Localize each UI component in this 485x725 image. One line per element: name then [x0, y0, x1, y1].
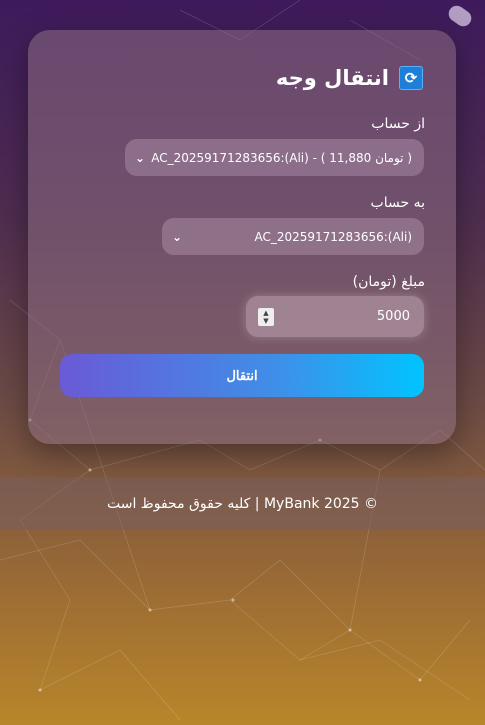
to-account-select[interactable]: ⌄ AC_20259171283656:(Ali): [162, 218, 424, 255]
to-account-value: AC_20259171283656:(Ali): [254, 229, 412, 244]
chevron-down-icon: ⌄: [172, 229, 183, 244]
from-account-label: از حساب: [371, 116, 425, 132]
page-title: انتقال وجه: [275, 66, 389, 90]
transfer-button[interactable]: انتقال: [60, 354, 424, 397]
from-account-value: AC_20259171283656:(Ali) - ( 11,880 تومان…: [151, 150, 412, 165]
from-account-select[interactable]: ⌄ AC_20259171283656:(Ali) - ( 11,880 توم…: [125, 139, 424, 176]
header: ⟳ انتقال وجه: [276, 66, 423, 90]
amount-label: مبلغ (تومان): [352, 274, 425, 290]
refresh-arrows-icon: ⟳: [399, 66, 423, 90]
to-account-label: به حساب: [370, 195, 425, 211]
amount-input[interactable]: ▲ ▼ 5000: [246, 296, 424, 337]
decorative-pill: [445, 2, 475, 30]
chevron-down-icon: ⌄: [135, 150, 146, 165]
footer-text: © MyBank 2025 | کلیه حقوق محفوظ است: [106, 495, 379, 512]
number-spinner-icon[interactable]: ▲ ▼: [258, 307, 274, 326]
amount-value: 5000: [376, 309, 410, 324]
footer: © MyBank 2025 | کلیه حقوق محفوظ است: [0, 477, 485, 530]
